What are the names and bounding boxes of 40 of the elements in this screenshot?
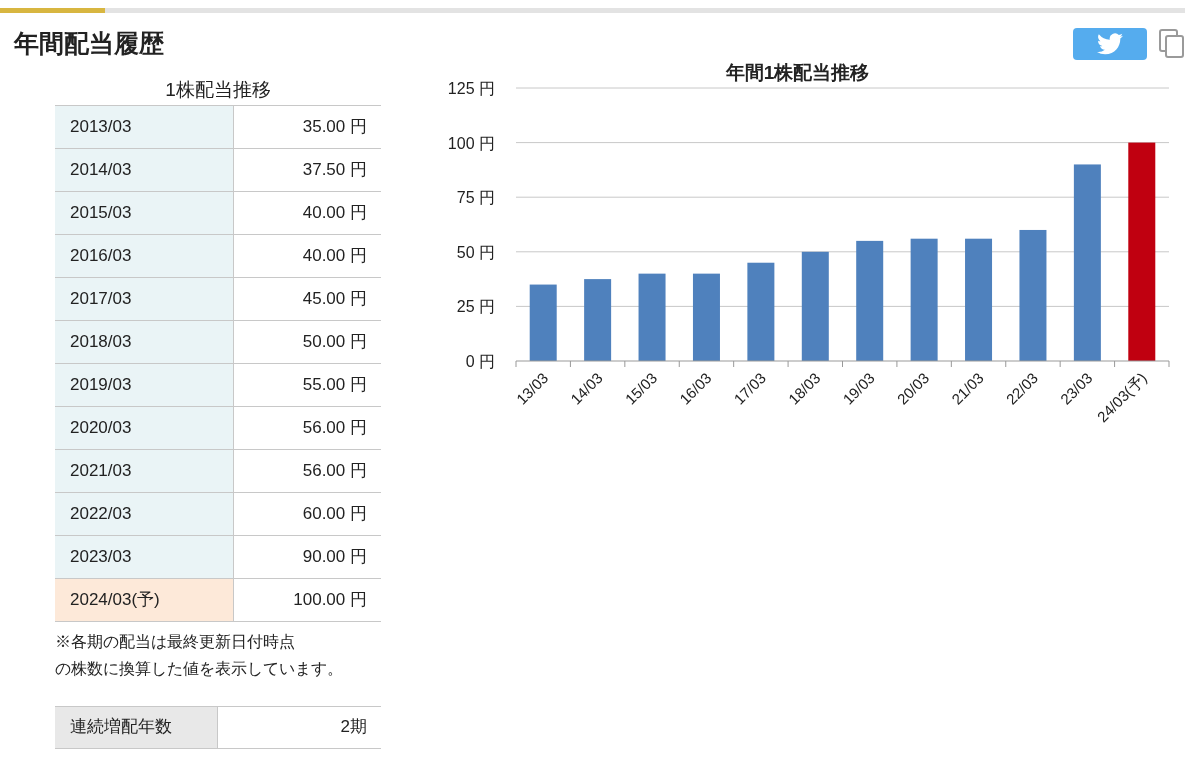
amount-cell-text: 40.00 円: [301, 244, 368, 267]
period-cell: 2015/03: [55, 191, 234, 234]
period-cell: 2022/03: [55, 492, 234, 535]
amount-cell-text: 56.00 円: [301, 459, 368, 482]
y-axis-label: 100 円: [447, 134, 495, 152]
y-axis-label: 25 円: [456, 297, 495, 315]
amount-cell-text: 60.00 円: [301, 502, 368, 525]
copy-icon[interactable]: [1159, 28, 1185, 59]
streak-label: 連続増配年数: [55, 706, 218, 748]
period-cell: 2024/03(予): [55, 578, 234, 621]
period-cell: 2014/03: [55, 148, 234, 191]
amount-cell-text: 40.00 円: [301, 201, 368, 224]
period-cell: 2021/03: [55, 449, 234, 492]
amount-cell-text: 45.00 円: [301, 287, 368, 310]
amount-cell-text: 90.00 円: [301, 545, 368, 568]
bird-icon: [1097, 32, 1123, 55]
chart-title: 年間1株配当推移: [725, 61, 870, 83]
y-axis-label: 125 円: [447, 79, 495, 97]
share-button[interactable]: [1073, 27, 1147, 60]
amount-cell-text: 100.00 円: [292, 588, 368, 611]
period-cell: 2019/03: [55, 363, 234, 406]
section-title: 年間配当履歴: [14, 28, 164, 59]
period-cell: 2017/03: [55, 277, 234, 320]
y-axis-label: 0 円: [465, 352, 495, 370]
table-caption: 1株配当推移: [164, 77, 272, 102]
period-cell: 2016/03: [55, 234, 234, 277]
y-axis-label: 75 円: [456, 188, 495, 206]
footnote-text: の株数に換算した値を表示しています。: [55, 658, 344, 679]
amount-cell-text: 50.00 円: [301, 330, 368, 353]
period-cell: 2018/03: [55, 320, 234, 363]
footnote-text: ※各期の配当は最終更新日付時点: [55, 631, 296, 652]
amount-cell-text: 56.00 円: [301, 416, 368, 439]
amount-cell-text: 37.50 円: [301, 158, 368, 181]
amount-cell-text: 35.00 円: [301, 115, 368, 138]
period-cell: 2023/03: [55, 535, 234, 578]
amount-cell-text: 55.00 円: [301, 373, 368, 396]
period-cell: 2013/03: [55, 105, 234, 148]
period-cell: 2020/03: [55, 406, 234, 449]
streak-value: 2期: [339, 716, 368, 739]
y-axis-label: 50 円: [456, 243, 495, 261]
